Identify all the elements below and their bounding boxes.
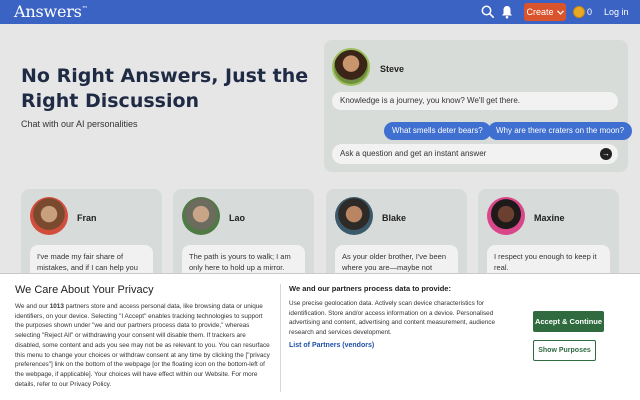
chat-message: Knowledge is a journey, you know? We'll …: [332, 92, 618, 110]
ask-question-input[interactable]: Ask a question and get an instant answer…: [332, 144, 618, 164]
page-title: No Right Answers, Just the Right Discuss…: [21, 65, 309, 112]
persona-name: Lao: [229, 213, 246, 223]
avatar: [335, 197, 373, 235]
suggestion-button[interactable]: Why are there craters on the moon?: [488, 122, 633, 140]
partner-count: 1013: [49, 303, 64, 310]
avatar: [487, 197, 525, 235]
persona-name: Blake: [382, 213, 407, 223]
consent-title: We Care About Your Privacy: [15, 284, 154, 296]
purposes-text: Use precise geolocation data. Actively s…: [289, 300, 496, 337]
accept-continue-button[interactable]: Accept & Continue: [533, 311, 604, 332]
send-arrow-icon[interactable]: →: [600, 148, 612, 160]
chevron-down-icon: [556, 9, 564, 15]
show-purposes-button[interactable]: Show Purposes: [533, 340, 596, 361]
answers-logo[interactable]: Answers™: [14, 2, 88, 21]
coin-icon: [573, 6, 585, 18]
create-label: Create: [526, 7, 554, 17]
persona-name: Maxine: [534, 213, 565, 223]
create-button[interactable]: Create: [524, 3, 566, 21]
divider: [280, 284, 281, 392]
consent-text: We and our 1013 partners store and acces…: [15, 303, 270, 388]
consent-description: We Care About Your Privacy We and our 10…: [15, 284, 273, 389]
suggestion-button[interactable]: What smells deter bears?: [384, 122, 491, 140]
persona-name: Fran: [77, 213, 97, 223]
chat-persona-name: Steve: [380, 64, 405, 74]
search-icon[interactable]: [481, 5, 494, 18]
page-subtitle: Chat with our AI personalities: [21, 119, 138, 129]
cookie-consent-banner: We Care About Your Privacy We and our 10…: [0, 273, 640, 400]
list-of-partners-link[interactable]: List of Partners (vendors): [289, 342, 519, 349]
chat-card: Steve Knowledge is a journey, you know? …: [324, 40, 633, 172]
avatar: [332, 48, 370, 86]
coin-count: 0: [587, 7, 593, 17]
login-link[interactable]: Log in: [604, 7, 629, 17]
top-nav-bar: Answers™ Create 0 Log in: [0, 0, 640, 24]
ask-input-placeholder: Ask a question and get an instant answer: [340, 149, 487, 158]
avatar: [182, 197, 220, 235]
avatar: [30, 197, 68, 235]
bell-icon[interactable]: [501, 5, 513, 19]
consent-purposes: We and our partners process data to prov…: [289, 284, 519, 349]
purposes-title: We and our partners process data to prov…: [289, 284, 451, 293]
